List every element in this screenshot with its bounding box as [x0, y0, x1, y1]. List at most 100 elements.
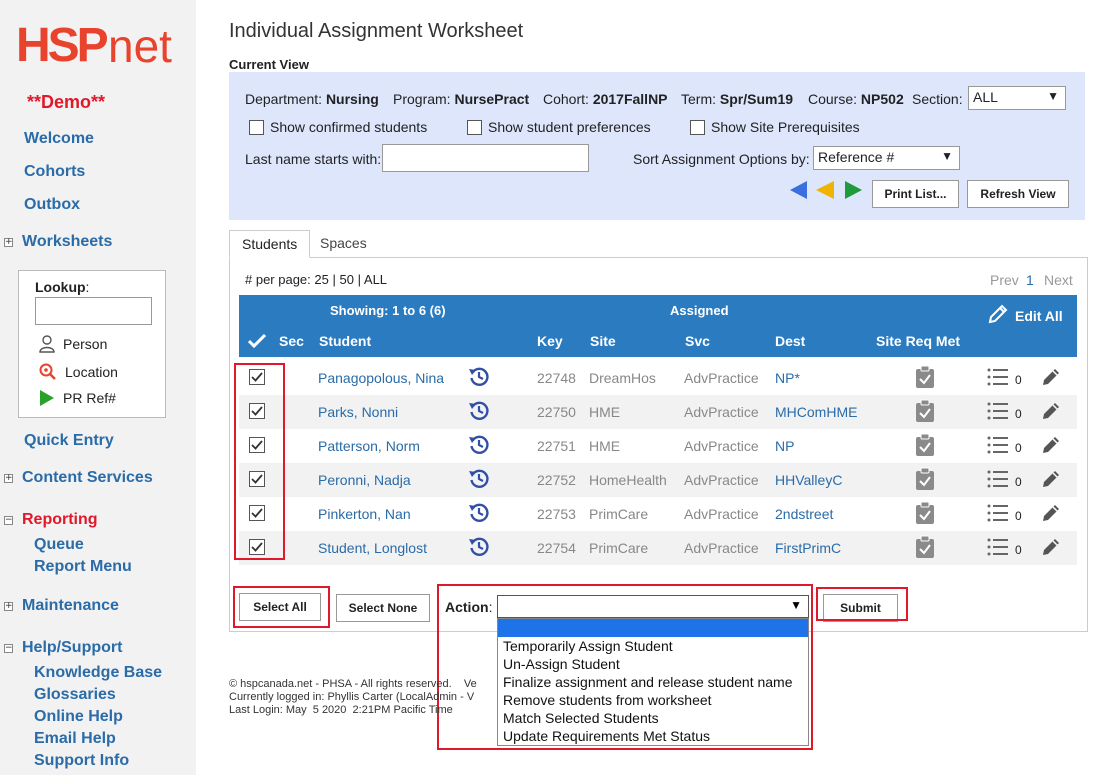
show-confirmed-checkbox[interactable]: Show confirmed students — [249, 119, 427, 135]
history-icon[interactable] — [468, 502, 490, 524]
edit-pencil-icon[interactable] — [1040, 434, 1062, 456]
tab-students[interactable]: Students — [229, 230, 311, 258]
nav-email-help[interactable]: Email Help — [34, 730, 116, 748]
history-icon[interactable] — [468, 400, 490, 422]
nav-help-support[interactable]: Help/Support — [22, 639, 122, 657]
nav-worksheets[interactable]: Worksheets — [22, 233, 112, 251]
col-student[interactable]: Student — [319, 333, 371, 349]
nav-outbox[interactable]: Outbox — [24, 196, 80, 214]
select-none-button[interactable]: Select None — [336, 594, 430, 622]
nav-maintenance[interactable]: Maintenance — [22, 597, 119, 615]
show-prereq-checkbox[interactable]: Show Site Prerequisites — [690, 119, 860, 135]
edit-pencil-icon[interactable] — [1040, 400, 1062, 422]
student-name-link[interactable]: Panagopolous, Nina — [318, 370, 444, 386]
col-sec[interactable]: Sec — [279, 333, 304, 349]
clipboard-check-icon[interactable] — [915, 365, 935, 389]
dest-link[interactable]: HHValleyC — [775, 472, 842, 488]
lookup-input[interactable] — [35, 297, 152, 325]
clipboard-check-icon[interactable] — [915, 433, 935, 457]
per-page-25[interactable]: 25 — [314, 272, 328, 287]
nav-support-info[interactable]: Support Info — [34, 752, 129, 770]
nav-reporting[interactable]: Reporting — [22, 511, 98, 529]
edit-pencil-icon[interactable] — [1040, 468, 1062, 490]
student-name-link[interactable]: Parks, Nonni — [318, 404, 398, 420]
dest-link[interactable]: FirstPrimC — [775, 540, 841, 556]
table-row: Student, Longlost 22754 PrimCare AdvPractic… — [239, 531, 1077, 565]
col-svc[interactable]: Svc — [685, 333, 710, 349]
lookup-location[interactable]: Location — [39, 363, 118, 381]
col-dest[interactable]: Dest — [775, 333, 805, 349]
edit-all-button[interactable]: Edit All — [1015, 308, 1063, 324]
student-name-link[interactable]: Patterson, Norm — [318, 438, 420, 454]
history-icon[interactable] — [468, 366, 490, 388]
dest-link[interactable]: NP — [775, 438, 794, 454]
col-site-req-met[interactable]: Site Req Met — [876, 333, 960, 349]
list-icon[interactable] — [987, 401, 1009, 421]
nav-welcome[interactable]: Welcome — [24, 130, 94, 148]
lookup-prref[interactable]: PR Ref# — [39, 389, 116, 407]
per-page-all[interactable]: ALL — [364, 272, 387, 287]
table-row: Patterson, Norm 22751 HME AdvPractice NP 0 — [239, 429, 1077, 463]
checkbox-box[interactable] — [467, 119, 482, 135]
nav-cohorts[interactable]: Cohorts — [24, 163, 85, 181]
dest-link[interactable]: MHComHME — [775, 404, 857, 420]
select-all-check-icon[interactable] — [248, 334, 266, 348]
arrow-left-yellow-icon[interactable] — [816, 181, 834, 199]
per-page-50[interactable]: 50 — [340, 272, 354, 287]
refresh-view-button[interactable]: Refresh View — [967, 180, 1069, 208]
edit-pencil-icon[interactable] — [1040, 502, 1062, 524]
list-icon[interactable] — [987, 537, 1009, 557]
history-icon[interactable] — [468, 468, 490, 490]
student-name-link[interactable]: Peronni, Nadja — [318, 472, 411, 488]
student-name-link[interactable]: Student, Longlost — [318, 540, 427, 556]
nav-quick-entry[interactable]: Quick Entry — [24, 432, 114, 450]
expand-plus-icon[interactable]: + — [4, 474, 13, 483]
next-link[interactable]: Next — [1044, 272, 1073, 288]
col-site[interactable]: Site — [590, 333, 616, 349]
nav-report-menu[interactable]: Report Menu — [34, 558, 132, 576]
history-icon[interactable] — [468, 536, 490, 558]
clipboard-check-icon[interactable] — [915, 501, 935, 525]
clipboard-check-icon[interactable] — [915, 467, 935, 491]
nav-online-help[interactable]: Online Help — [34, 708, 123, 726]
checkbox-box[interactable] — [690, 119, 705, 135]
edit-pencil-icon[interactable] — [987, 303, 1009, 325]
checkbox-box[interactable] — [249, 119, 264, 135]
list-icon[interactable] — [987, 503, 1009, 523]
lookup-person[interactable]: Person — [39, 335, 107, 353]
list-icon[interactable] — [987, 435, 1009, 455]
site-cell: HomeHealth — [589, 472, 667, 488]
history-icon[interactable] — [468, 434, 490, 456]
list-icon[interactable] — [987, 367, 1009, 387]
edit-pencil-icon[interactable] — [1040, 536, 1062, 558]
clipboard-check-icon[interactable] — [915, 535, 935, 559]
expand-plus-icon[interactable]: + — [4, 602, 13, 611]
arrow-right-green-icon[interactable] — [845, 181, 862, 199]
prev-link[interactable]: Prev — [990, 272, 1019, 288]
arrow-left-blue-icon[interactable] — [790, 181, 807, 199]
nav-knowledge-base[interactable]: Knowledge Base — [34, 664, 162, 682]
show-preferences-checkbox[interactable]: Show student preferences — [467, 119, 651, 135]
print-list-button[interactable]: Print List... — [872, 180, 959, 208]
dest-link[interactable]: NP* — [775, 370, 800, 386]
nav-queue[interactable]: Queue — [34, 536, 84, 554]
col-key[interactable]: Key — [537, 333, 563, 349]
collapse-minus-icon[interactable]: − — [4, 516, 13, 525]
edit-pencil-icon[interactable] — [1040, 366, 1062, 388]
clipboard-check-icon[interactable] — [915, 399, 935, 423]
nav-glossaries[interactable]: Glossaries — [34, 686, 116, 704]
list-icon[interactable] — [987, 469, 1009, 489]
sort-select[interactable]: Reference # ▼ — [813, 146, 960, 170]
nav-content-services[interactable]: Content Services — [22, 469, 153, 487]
play-arrow-icon — [40, 390, 54, 406]
table-row: Parks, Nonni 22750 HME AdvPractice MHComHME 0 — [239, 395, 1077, 429]
current-page[interactable]: 1 — [1026, 272, 1034, 288]
dest-link[interactable]: 2ndstreet — [775, 506, 833, 522]
hspnet-logo[interactable]: HSP net — [16, 20, 186, 73]
collapse-minus-icon[interactable]: − — [4, 644, 13, 653]
lastname-input[interactable] — [382, 144, 589, 172]
student-name-link[interactable]: Pinkerton, Nan — [318, 506, 411, 522]
section-select[interactable]: ALL ▼ — [968, 86, 1066, 110]
tab-spaces[interactable]: Spaces — [308, 230, 379, 258]
expand-plus-icon[interactable]: + — [4, 238, 13, 247]
